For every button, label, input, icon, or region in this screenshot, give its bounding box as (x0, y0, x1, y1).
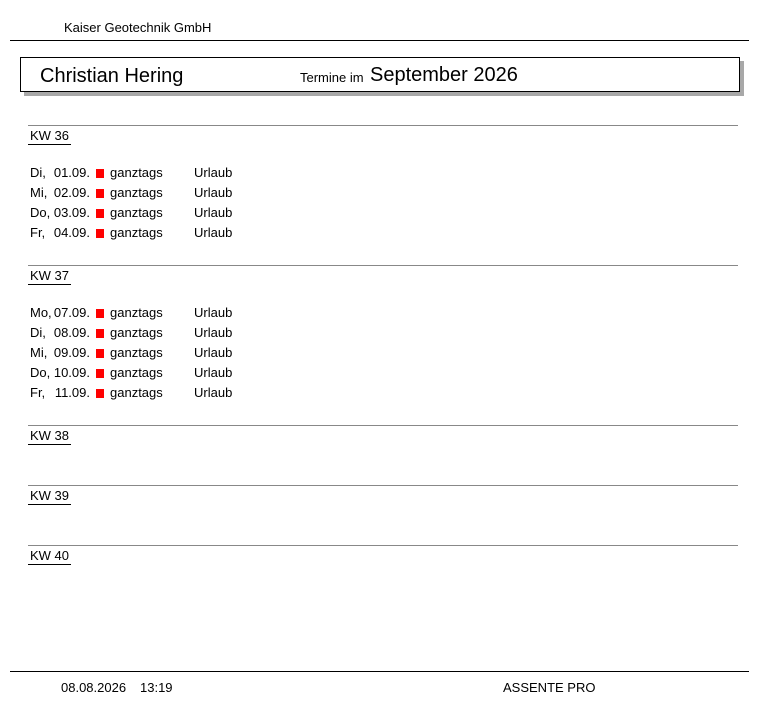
weekday: Mi, (30, 185, 48, 200)
report-month: September 2026 (370, 64, 518, 86)
print-time: 13:19 (140, 680, 173, 695)
week-divider (28, 265, 738, 266)
absence-marker (96, 329, 104, 338)
week-divider (28, 125, 738, 126)
date: 11.09. (54, 385, 90, 400)
appointment-type: Urlaub (194, 225, 233, 240)
time-range: ganztags (110, 325, 163, 340)
week-label: KW 39 (28, 488, 72, 505)
header-divider (10, 40, 749, 41)
absence-marker (96, 389, 104, 398)
time-range: ganztags (110, 345, 163, 360)
week-label: KW 38 (28, 428, 72, 445)
weekday: Do, (30, 205, 51, 220)
company-name: Kaiser Geotechnik GmbH (64, 20, 212, 35)
week-label: KW 40 (28, 548, 72, 565)
absence-marker (96, 369, 104, 378)
absence-marker (96, 349, 104, 358)
appointment-type: Urlaub (194, 305, 233, 320)
appointment-type: Urlaub (194, 205, 233, 220)
print-date: 08.08.2026 (61, 680, 127, 695)
absence-marker (96, 169, 104, 178)
date: 02.09. (53, 185, 90, 200)
weekday: Di, (30, 165, 46, 180)
date: 08.09. (53, 325, 90, 340)
week-label: KW 37 (28, 268, 72, 285)
appointment-type: Urlaub (194, 345, 233, 360)
date: 01.09. (53, 165, 90, 180)
date: 07.09. (53, 305, 90, 320)
week-divider (28, 545, 738, 546)
time-range: ganztags (110, 205, 163, 220)
absence-marker (96, 189, 104, 198)
date: 04.09. (53, 225, 90, 240)
footer-divider (10, 671, 749, 672)
absence-marker (96, 309, 104, 318)
time-range: ganztags (110, 185, 163, 200)
week-label: KW 36 (28, 128, 72, 145)
appointment-type: Urlaub (194, 185, 233, 200)
person-name: Christian Hering (40, 65, 184, 87)
report-header: Christian Hering Termine im September 20… (20, 57, 740, 92)
time-range: ganztags (110, 225, 163, 240)
week-divider (28, 425, 738, 426)
weekday: Mo, (30, 305, 52, 320)
absence-marker (96, 209, 104, 218)
appointment-type: Urlaub (194, 385, 233, 400)
weekday: Fr, (30, 385, 46, 400)
week-divider (28, 485, 738, 486)
weekday: Do, (30, 365, 51, 380)
time-range: ganztags (110, 305, 163, 320)
time-range: ganztags (110, 165, 163, 180)
time-range: ganztags (110, 385, 163, 400)
termine-label: Termine im (300, 70, 364, 85)
weekday: Fr, (30, 225, 46, 240)
date: 03.09. (53, 205, 90, 220)
time-range: ganztags (110, 365, 163, 380)
date: 10.09. (53, 365, 90, 380)
weekday: Di, (30, 325, 46, 340)
date: 09.09. (53, 345, 90, 360)
appointment-type: Urlaub (194, 365, 233, 380)
appointment-type: Urlaub (194, 325, 233, 340)
weekday: Mi, (30, 345, 48, 360)
product-name: ASSENTE PRO (503, 680, 596, 695)
absence-marker (96, 229, 104, 238)
appointment-type: Urlaub (194, 165, 233, 180)
